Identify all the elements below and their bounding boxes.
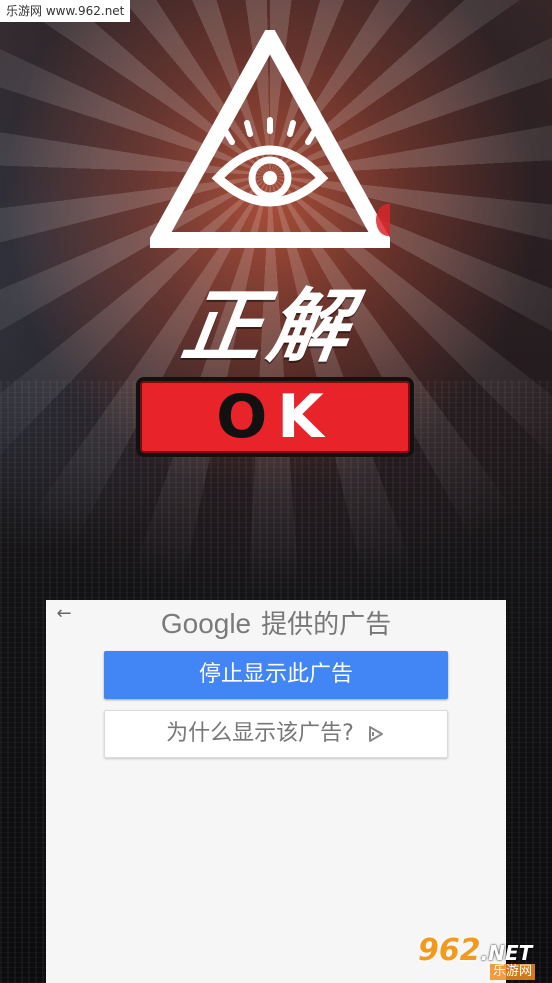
- ad-offered-label: 提供的广告: [261, 610, 392, 640]
- why-this-ad-button[interactable]: 为什么显示该广告?: [104, 710, 448, 758]
- eye-of-providence-icon: [150, 30, 390, 248]
- watermark-site-name: 乐游网: [490, 964, 536, 980]
- ok-letter-k: K: [277, 382, 334, 452]
- ok-button[interactable]: OK: [136, 377, 414, 457]
- ad-header: Google 提供的广告: [46, 604, 506, 645]
- ad-feedback-panel: ← Google 提供的广告 停止显示此广告 为什么显示该广告?: [46, 600, 506, 983]
- watermark-brand-suffix: .NET: [480, 941, 533, 965]
- why-this-ad-label: 为什么显示该广告?: [166, 721, 354, 746]
- ok-letter-o: O: [216, 382, 278, 452]
- google-label: Google: [160, 608, 252, 639]
- adchoices-icon: [368, 726, 383, 742]
- stop-showing-ad-button[interactable]: 停止显示此广告: [104, 651, 448, 699]
- watermark-brand-number: 962: [418, 933, 481, 968]
- site-watermark-top: 乐游网 www.962.net: [0, 0, 131, 22]
- game-title: 正解: [176, 279, 362, 373]
- site-watermark-bottom: 962.NET 乐游网: [412, 934, 548, 980]
- ok-button-label: OK: [216, 382, 334, 452]
